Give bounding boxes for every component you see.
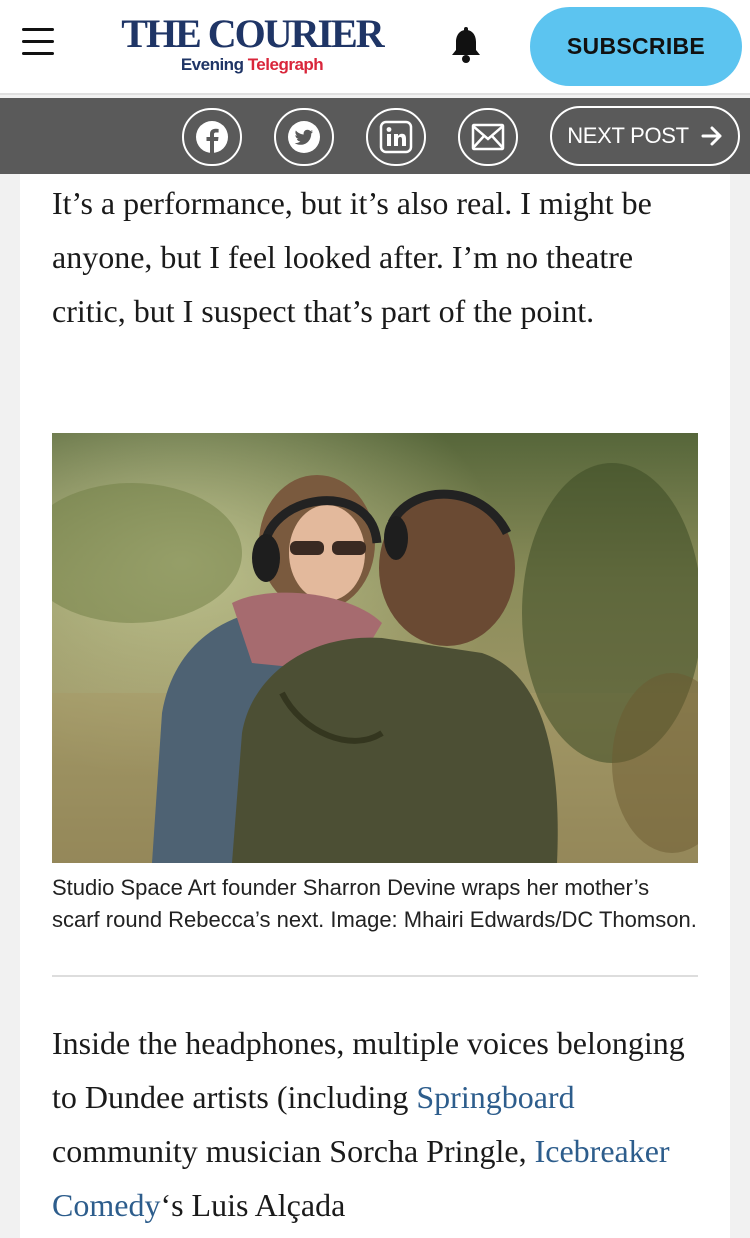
article-photo[interactable] xyxy=(52,433,698,863)
article-paragraph: Inside the headphones, multiple voices b… xyxy=(52,1016,702,1232)
caption-divider xyxy=(52,975,698,977)
logo-main-text: THE COURIER xyxy=(121,11,384,56)
share-email-button[interactable] xyxy=(458,108,518,166)
share-facebook-button[interactable] xyxy=(182,108,242,166)
bell-icon[interactable] xyxy=(446,26,486,66)
paragraph-text: Inside the headphones, multiple voices b… xyxy=(52,1025,685,1115)
photo-caption: Studio Space Art founder Sharron Devine … xyxy=(52,875,697,932)
subscribe-button[interactable]: SUBSCRIBE xyxy=(530,7,742,86)
article-paragraph: It’s a performance, but it’s also real. … xyxy=(52,185,652,329)
top-navigation-bar: THE COURIER Evening Telegraph SUBSCRIBE xyxy=(0,0,750,95)
paragraph-text: ‘s Luis Alçada xyxy=(160,1187,346,1223)
logo-sub-text: Evening Telegraph xyxy=(112,54,392,76)
springboard-link[interactable]: Springboard xyxy=(416,1079,574,1115)
arrow-right-icon xyxy=(701,126,722,146)
twitter-icon xyxy=(288,121,320,153)
facebook-icon xyxy=(196,121,228,153)
share-bar: NEXT POST xyxy=(0,98,750,174)
menu-icon[interactable] xyxy=(22,28,56,62)
email-icon xyxy=(471,123,505,151)
share-linkedin-button[interactable] xyxy=(366,108,426,166)
site-logo[interactable]: THE COURIER Evening Telegraph xyxy=(112,14,392,76)
logo-sub-telegraph: Telegraph xyxy=(247,55,324,74)
logo-sub-evening: Evening xyxy=(180,55,244,74)
next-post-label: NEXT POST xyxy=(567,123,689,148)
next-post-button[interactable]: NEXT POST xyxy=(550,106,740,166)
share-twitter-button[interactable] xyxy=(274,108,334,166)
linkedin-icon xyxy=(379,120,413,154)
article-body: It’s a performance, but it’s also real. … xyxy=(20,174,730,1238)
paragraph-text: community musician Sorcha Pringle, xyxy=(52,1133,535,1169)
